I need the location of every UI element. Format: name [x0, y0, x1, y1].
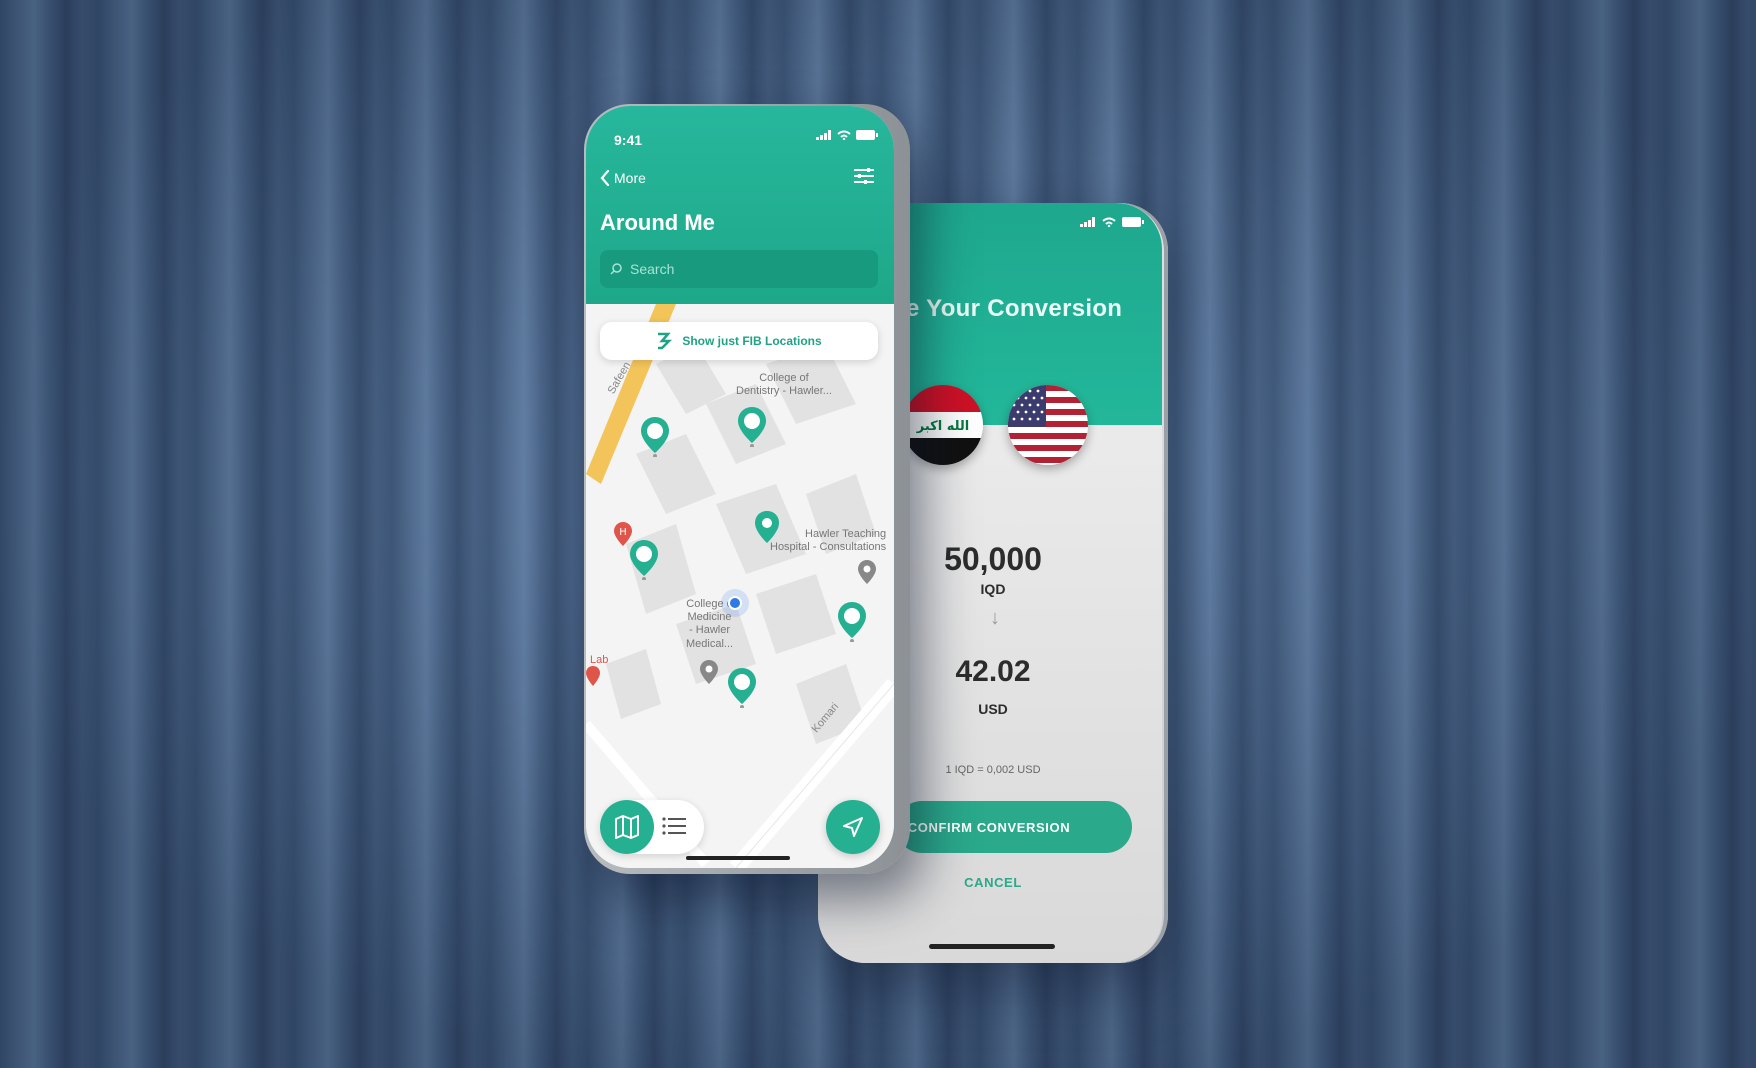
status-bar: [816, 130, 878, 140]
from-currency: IQD: [980, 581, 1006, 597]
map-screen: 9:41 More Around Me Search Show just FIB…: [586, 106, 894, 868]
battery-icon: [856, 130, 878, 140]
spa-pin-icon[interactable]: [728, 668, 756, 708]
map-icon: [615, 815, 639, 839]
conversion-title: e Your Conversion: [906, 295, 1123, 322]
map-label-hospital: Hawler Teaching Hospital - Consultations: [770, 528, 887, 554]
signal-icon: [1080, 217, 1095, 227]
current-location-icon: [721, 589, 749, 617]
cancel-button[interactable]: CANCEL: [893, 875, 1093, 890]
status-bar: [1080, 217, 1144, 227]
wifi-icon: [837, 130, 851, 140]
location-pin-icon[interactable]: [755, 511, 779, 547]
gray-pin-icon[interactable]: [700, 660, 718, 686]
to-amount: 42.02: [955, 655, 1031, 688]
svg-text:الله اكبر: الله اكبر: [916, 419, 969, 434]
shop-pin-icon[interactable]: [738, 407, 766, 447]
map-view[interactable]: Show just FIB Locations Safeen Komari Co…: [586, 304, 894, 868]
home-indicator: [929, 944, 1055, 949]
restaurant-pin-icon[interactable]: [838, 602, 866, 642]
wifi-icon: [1102, 217, 1116, 227]
cafe-pin-icon[interactable]: [641, 417, 669, 457]
search-input[interactable]: Search: [600, 250, 878, 288]
home-indicator: [686, 856, 790, 860]
exchange-rate: 1 IQD = 0,002 USD: [945, 764, 1041, 776]
map-view-button[interactable]: [600, 800, 654, 854]
to-currency: USD: [978, 701, 1008, 717]
gray-pin-icon[interactable]: [858, 560, 876, 586]
back-chevron-icon: [600, 170, 610, 186]
fib-filter-label: Show just FIB Locations: [682, 334, 822, 348]
arrow-down-icon: ↓: [990, 607, 1000, 629]
confirm-conversion-button[interactable]: CONFIRM CONVERSION: [896, 801, 1132, 853]
search-icon: [610, 263, 622, 275]
phone-map: 9:41 More Around Me Search Show just FIB…: [584, 104, 910, 874]
view-toggle: [600, 800, 704, 854]
usa-flag-icon: [1008, 385, 1088, 465]
navigate-icon: [843, 817, 863, 837]
fib-logo-icon: [658, 332, 673, 350]
status-time: 9:41: [614, 132, 643, 148]
my-location-button[interactable]: [826, 800, 880, 854]
filter-icon[interactable]: [854, 168, 874, 189]
list-view-button[interactable]: [662, 816, 686, 841]
map-label-dentistry: College of Dentistry - Hawler...: [736, 372, 832, 398]
signal-icon: [816, 130, 831, 140]
list-icon: [662, 817, 686, 835]
fib-locations-filter-button[interactable]: Show just FIB Locations: [600, 322, 878, 360]
back-label: More: [614, 170, 646, 186]
back-button[interactable]: More: [600, 170, 646, 186]
search-placeholder: Search: [630, 261, 675, 277]
hospital-pin-icon[interactable]: [586, 666, 600, 688]
battery-icon: [1122, 217, 1144, 227]
svg-text:H: H: [619, 527, 627, 538]
iraq-flag-icon: الله اكبر: [903, 385, 983, 465]
page-title: Around Me: [600, 210, 715, 235]
from-amount: 50,000: [944, 541, 1042, 577]
fuel-pin-icon[interactable]: [630, 540, 658, 580]
map-header: 9:41 More Around Me Search: [586, 106, 894, 304]
